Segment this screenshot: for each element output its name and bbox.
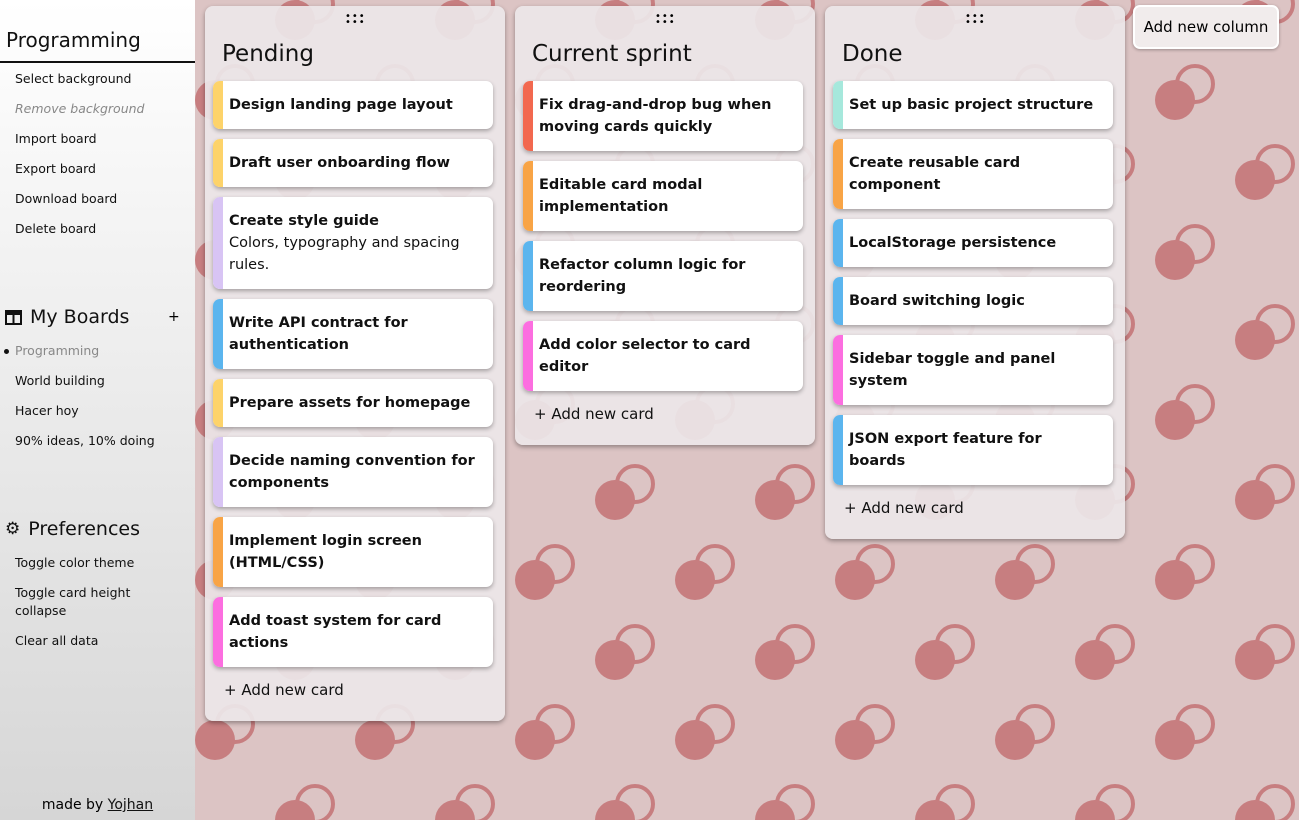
drag-handle-icon[interactable]: ••• ••• <box>965 12 985 28</box>
card-title: Refactor column logic for reordering <box>539 257 746 295</box>
card[interactable]: Create style guide Colors, typography an… <box>213 197 493 289</box>
footer-text: made by <box>41 797 104 813</box>
card[interactable]: Board switching logic <box>833 277 1113 325</box>
card-color-stripe <box>833 81 843 129</box>
board-item-programming[interactable]: Programming <box>15 342 99 360</box>
card-title: Implement login screen (HTML/CSS) <box>229 533 422 571</box>
card[interactable]: Fix drag-and-drop bug when moving cards … <box>523 81 803 151</box>
card[interactable]: Draft user onboarding flow <box>213 139 493 187</box>
divider <box>0 61 195 63</box>
card-color-stripe <box>833 415 843 485</box>
card[interactable]: Editable card modal implementation <box>523 161 803 231</box>
card-color-stripe <box>213 597 223 667</box>
drag-handle-icon[interactable]: ••• ••• <box>655 12 675 28</box>
card-title: Create style guide <box>229 213 379 229</box>
card-title: Write API contract for authentication <box>229 315 408 353</box>
card-color-stripe <box>523 241 533 311</box>
card-color-stripe <box>213 517 223 587</box>
card-color-stripe <box>213 379 223 427</box>
card[interactable]: JSON export feature for boards <box>833 415 1113 485</box>
card[interactable]: Prepare assets for homepage <box>213 379 493 427</box>
card-title: Editable card modal implementation <box>539 177 703 215</box>
card-title: Add toast system for card actions <box>229 613 442 651</box>
card-title: Sidebar toggle and panel system <box>849 351 1056 389</box>
add-board-button[interactable]: + <box>168 309 180 325</box>
gear-icon: ⚙ <box>5 519 21 539</box>
footer: made by Yojhan <box>0 797 195 813</box>
add-column-button[interactable]: Add new column <box>1133 5 1279 49</box>
card[interactable]: Set up basic project structure <box>833 81 1113 129</box>
card-title: Draft user onboarding flow <box>229 155 451 171</box>
card-title: JSON export feature for boards <box>849 431 1042 469</box>
column-title[interactable]: Current sprint <box>532 41 815 81</box>
card-color-stripe <box>213 81 223 129</box>
column: ••• ••• Current sprint Fix drag-and-drop … <box>515 6 815 445</box>
card-color-stripe <box>833 335 843 405</box>
board-item-world-building[interactable]: World building <box>15 372 105 390</box>
card-color-stripe <box>833 277 843 325</box>
column-title[interactable]: Pending <box>222 41 505 81</box>
card-title: LocalStorage persistence <box>849 235 1057 251</box>
card-description: Colors, typography and spacing rules. <box>229 235 460 273</box>
add-card-button[interactable]: + Add new card <box>224 681 505 699</box>
add-card-button[interactable]: + Add new card <box>844 499 1125 517</box>
preferences-title: Preferences <box>28 518 140 540</box>
toggle-color-theme[interactable]: Toggle color theme <box>15 554 134 572</box>
card-title: Design landing page layout <box>229 97 453 113</box>
board-title: Programming <box>6 28 141 52</box>
card-color-stripe <box>523 161 533 231</box>
column: ••• ••• Pending Design landing page layou… <box>205 6 505 721</box>
card[interactable]: Create reusable card component <box>833 139 1113 209</box>
card-title: Set up basic project structure <box>849 97 1094 113</box>
my-boards-title: My Boards <box>30 306 130 328</box>
card-color-stripe <box>213 197 223 289</box>
preferences-heading: ⚙ Preferences <box>5 518 140 540</box>
column-title[interactable]: Done <box>842 41 1125 81</box>
download-board[interactable]: Download board <box>15 190 117 208</box>
card[interactable]: LocalStorage persistence <box>833 219 1113 267</box>
drag-handle-icon[interactable]: ••• ••• <box>345 12 365 28</box>
card-title: Fix drag-and-drop bug when moving cards … <box>539 97 772 135</box>
card[interactable]: Sidebar toggle and panel system <box>833 335 1113 405</box>
toggle-card-height[interactable]: Toggle card height collapse <box>15 584 155 620</box>
card-color-stripe <box>523 321 533 391</box>
card-color-stripe <box>833 139 843 209</box>
card-title: Prepare assets for homepage <box>229 395 471 411</box>
sidebar: Programming Select background Remove bac… <box>0 0 195 820</box>
board-item-hacer-hoy[interactable]: Hacer hoy <box>15 402 79 420</box>
card-title: Decide naming convention for components <box>229 453 475 491</box>
card-title: Add color selector to card editor <box>539 337 751 375</box>
select-background[interactable]: Select background <box>15 70 131 88</box>
clear-all-data[interactable]: Clear all data <box>15 632 98 650</box>
card[interactable]: Decide naming convention for components <box>213 437 493 507</box>
import-board[interactable]: Import board <box>15 130 97 148</box>
card-title: Create reusable card component <box>849 155 1021 193</box>
active-board-bullet <box>4 349 9 354</box>
add-card-button[interactable]: + Add new card <box>534 405 815 423</box>
card[interactable]: Implement login screen (HTML/CSS) <box>213 517 493 587</box>
columns-icon <box>5 309 22 325</box>
card-color-stripe <box>833 219 843 267</box>
remove-background[interactable]: Remove background <box>15 100 144 118</box>
board-item-ideas[interactable]: 90% ideas, 10% doing <box>15 432 155 450</box>
export-board[interactable]: Export board <box>15 160 96 178</box>
card-color-stripe <box>523 81 533 151</box>
card-title: Board switching logic <box>849 293 1025 309</box>
card[interactable]: Add toast system for card actions <box>213 597 493 667</box>
card[interactable]: Design landing page layout <box>213 81 493 129</box>
card[interactable]: Add color selector to card editor <box>523 321 803 391</box>
card-color-stripe <box>213 437 223 507</box>
card-color-stripe <box>213 139 223 187</box>
author-link[interactable]: Yojhan <box>108 797 153 813</box>
card-color-stripe <box>213 299 223 369</box>
my-boards-heading: My Boards <box>5 306 129 328</box>
card[interactable]: Write API contract for authentication <box>213 299 493 369</box>
delete-board[interactable]: Delete board <box>15 220 96 238</box>
card[interactable]: Refactor column logic for reordering <box>523 241 803 311</box>
column: ••• ••• Done Set up basic project structu… <box>825 6 1125 539</box>
